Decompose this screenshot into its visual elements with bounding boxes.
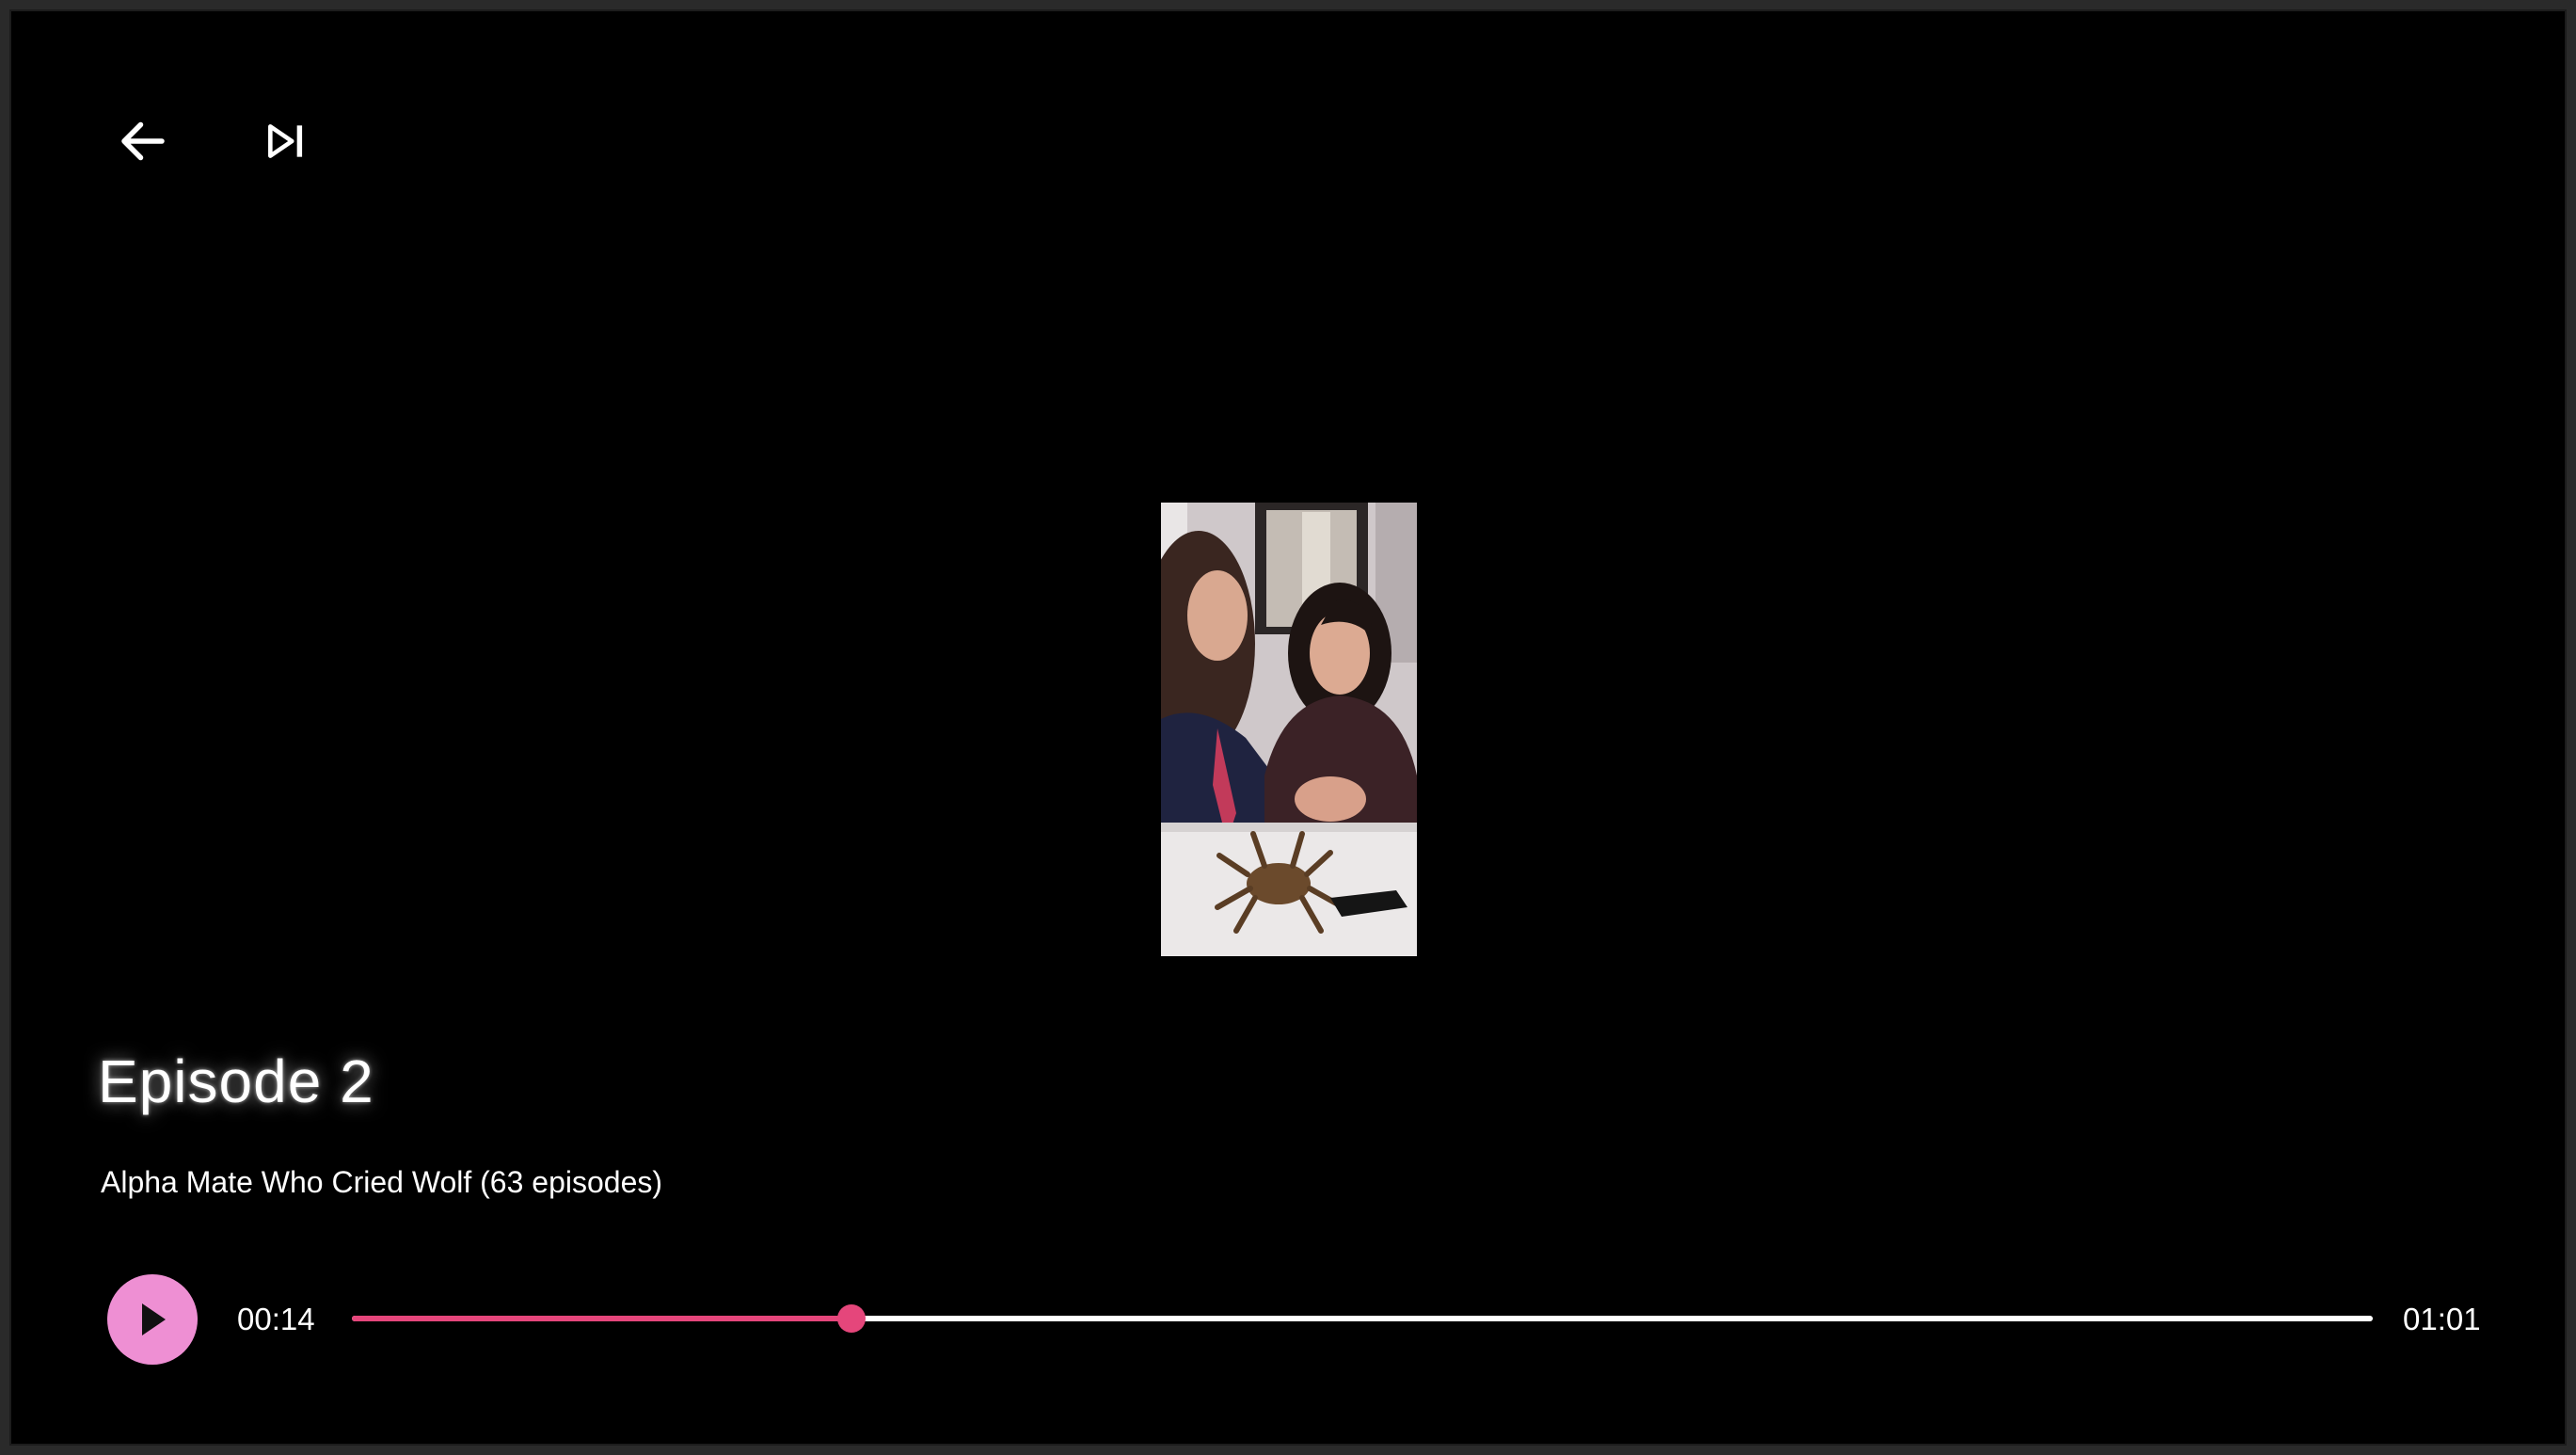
arrow-left-icon — [121, 121, 165, 161]
top-controls — [105, 104, 324, 179]
series-subtitle: Alpha Mate Who Cried Wolf (63 episodes) — [101, 1165, 663, 1199]
progress-slider[interactable] — [352, 1304, 2373, 1333]
skip-next-button[interactable] — [248, 104, 324, 179]
playback-controls: 00:14 01:01 — [11, 1263, 2565, 1376]
progress-fill — [352, 1316, 851, 1321]
skip-next-icon — [268, 124, 303, 158]
play-button[interactable] — [107, 1274, 198, 1365]
back-button[interactable] — [105, 104, 181, 179]
play-icon — [142, 1303, 166, 1335]
player-window: Episode 2 Alpha Mate Who Cried Wolf (63 … — [9, 9, 2567, 1446]
current-time: 00:14 — [237, 1302, 315, 1336]
episode-title: Episode 2 — [98, 1047, 374, 1115]
video-still-image — [1161, 503, 1417, 956]
progress-handle[interactable] — [836, 1304, 866, 1333]
video-frame[interactable] — [1161, 503, 1417, 956]
total-time: 01:01 — [2403, 1302, 2481, 1336]
